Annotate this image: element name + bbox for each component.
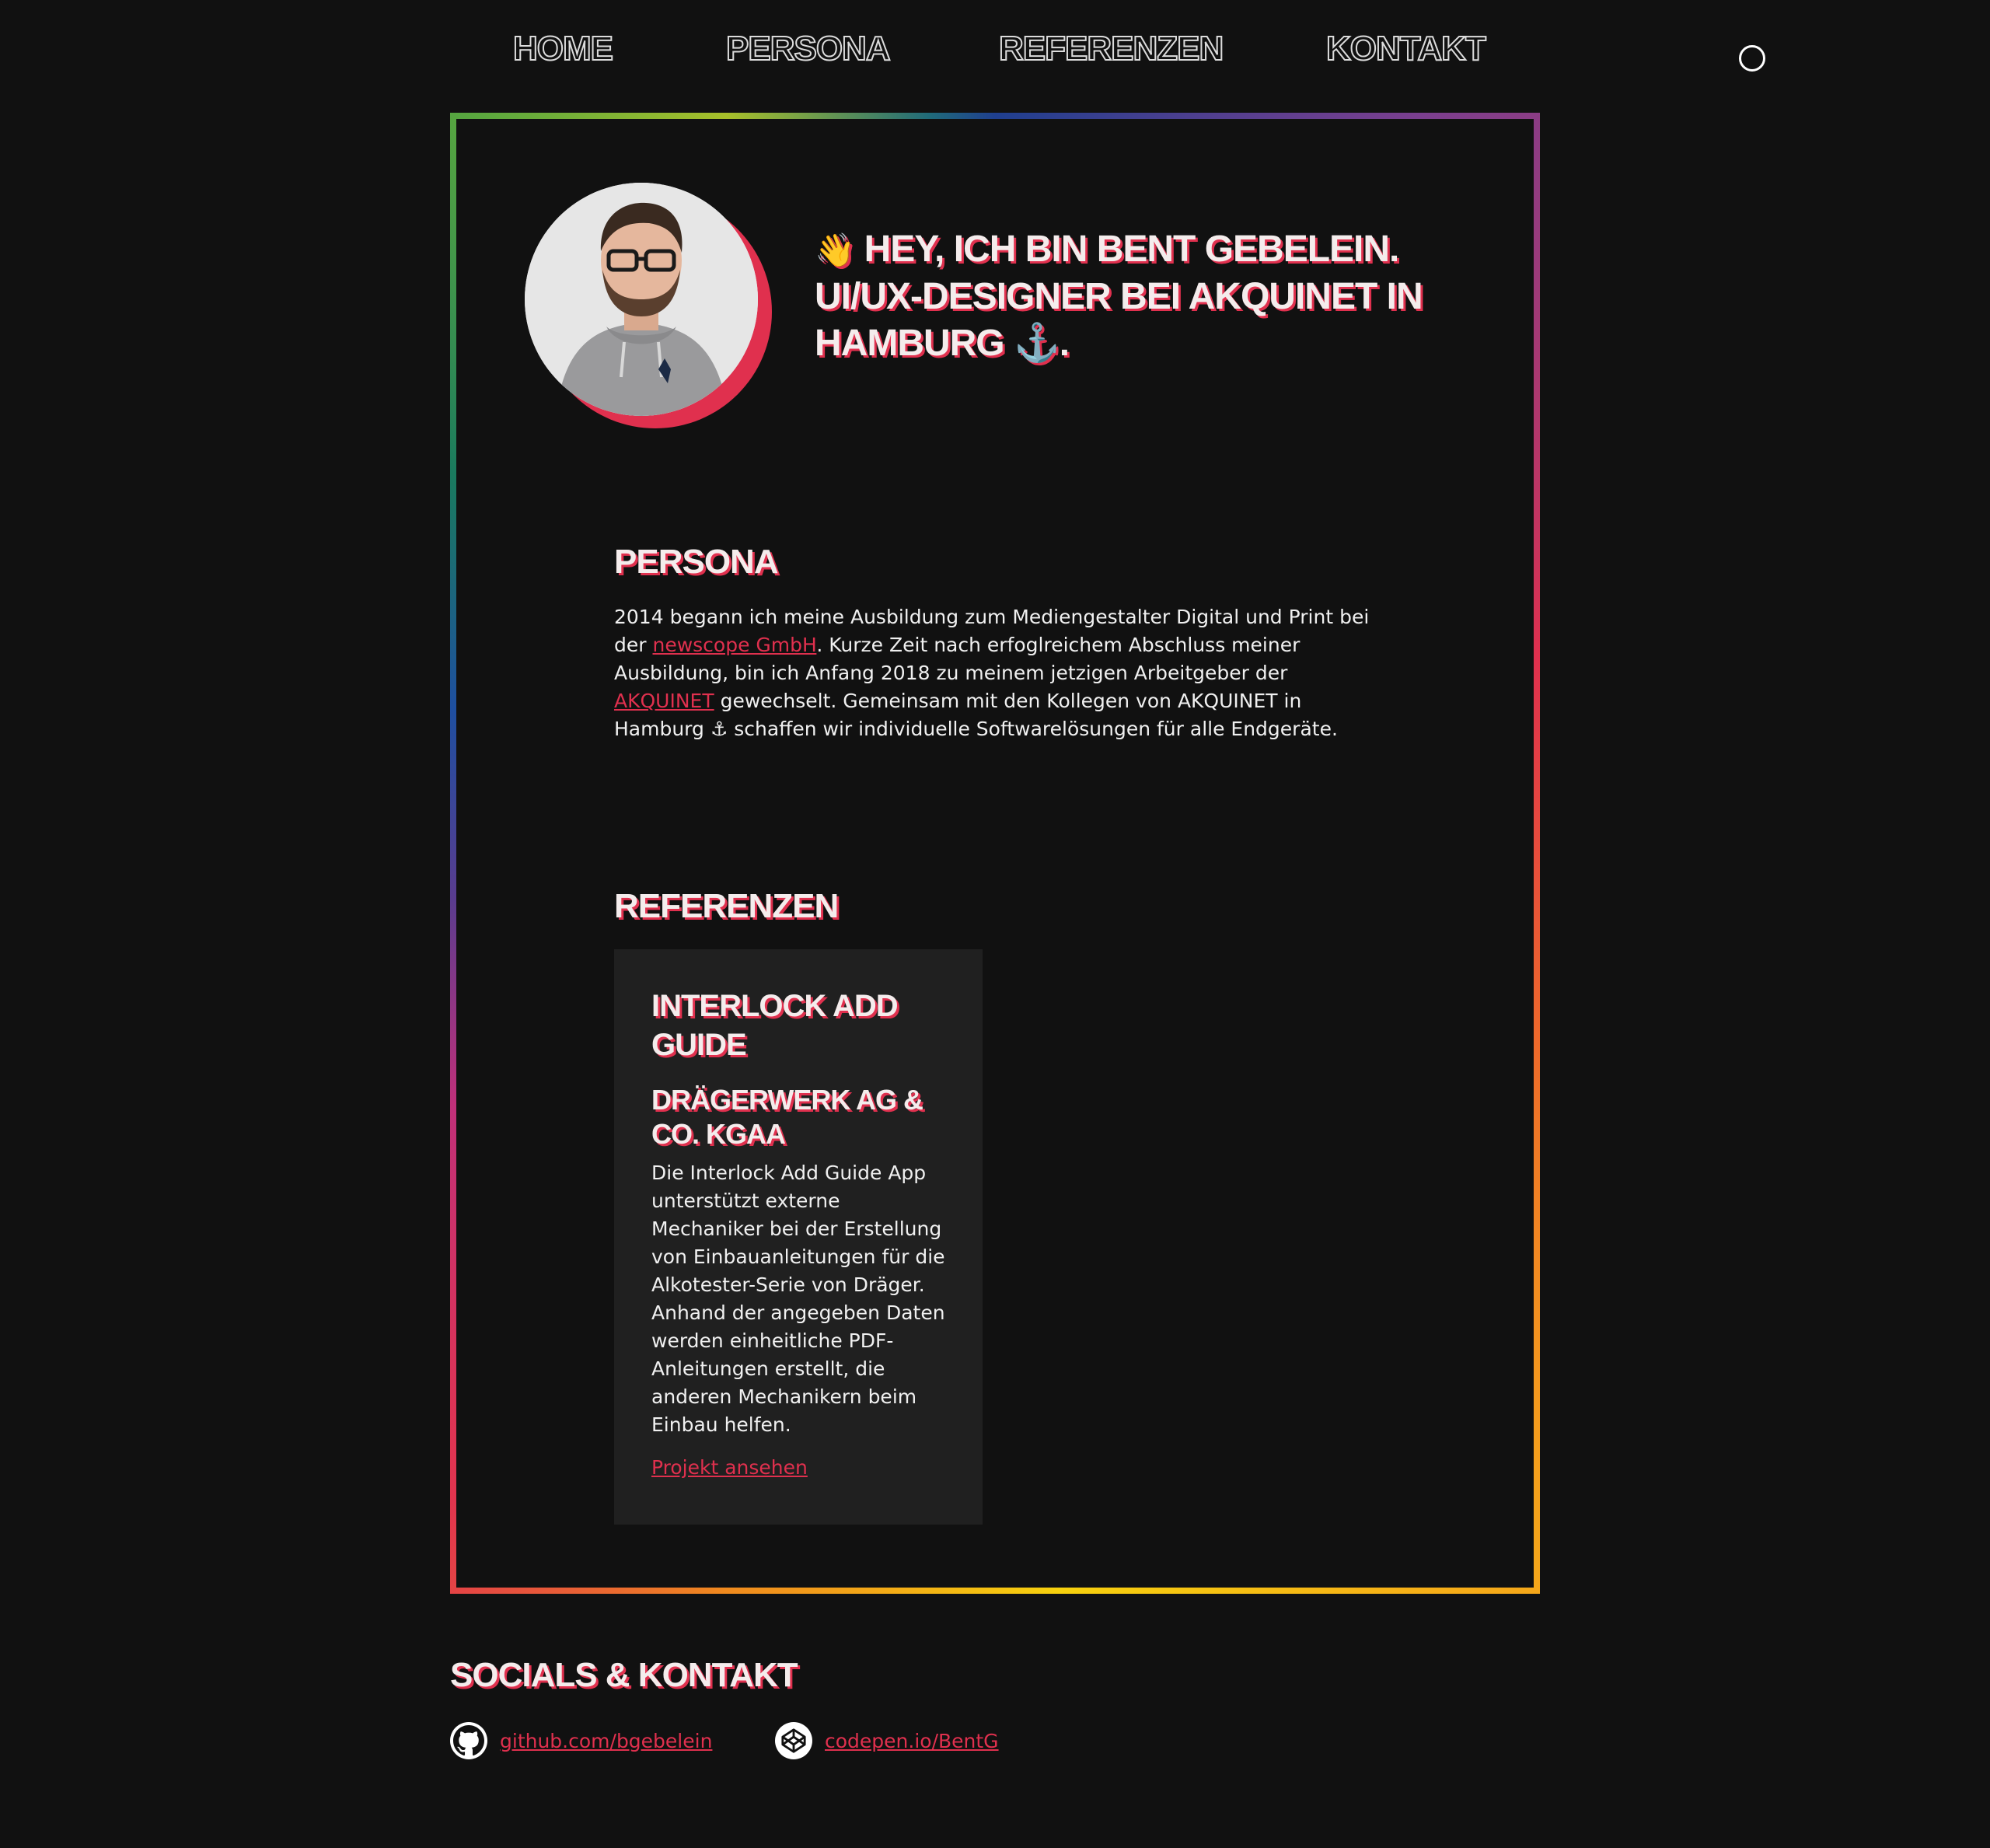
codepen-link[interactable]: codepen.io/BentG [825,1730,999,1752]
reference-card-title: INTERLOCK ADD GUIDE [651,989,899,1062]
persona-text: 2014 begann ich meine Ausbildung zum Med… [614,603,1391,743]
github-link-row[interactable]: github.com/bgebelein [450,1721,712,1760]
nav-home[interactable]: HOME [512,29,614,68]
codepen-link-row[interactable]: codepen.io/BentG [775,1721,999,1760]
avatar-photo [525,183,758,416]
newscope-link[interactable]: newscope GmbH [652,634,816,656]
reference-card-client: DRÄGERWERK AG & CO. KGAA [651,1084,923,1150]
nav-kontakt[interactable]: KONTAKT [1325,29,1487,68]
content-frame: 👋 HEY, ICH BIN BENT GEBELEIN. UI/UX-DESI… [450,113,1540,1594]
codepen-icon [775,1722,812,1759]
persona-heading: PERSONA [614,543,779,581]
reference-card: INTERLOCK ADD GUIDE DRÄGERWERK AG & CO. … [614,949,983,1525]
socials-heading: SOCIALS & KONTAKT [450,1656,798,1694]
avatar [525,183,773,431]
waving-hand-icon: 👋 [815,232,855,268]
akquinet-link[interactable]: AKQUINET [614,690,714,712]
persona-text-part-3: gewechselt. Gemeinsam mit den Kollegen v… [614,690,1338,740]
project-link[interactable]: Projekt ansehen [651,1456,808,1479]
theme-toggle-icon[interactable] [1739,45,1765,72]
hero-title-text: HEY, ICH BIN BENT GEBELEIN. UI/UX-DESIGN… [815,229,1423,364]
nav-persona[interactable]: PERSONA [725,29,892,68]
main-nav: HOME PERSONA REFERENZEN KONTAKT [0,0,1990,109]
nav-referenzen[interactable]: REFERENZEN [998,29,1224,68]
content-frame-inner: 👋 HEY, ICH BIN BENT GEBELEIN. UI/UX-DESI… [456,119,1534,1588]
hero-title: 👋 HEY, ICH BIN BENT GEBELEIN. UI/UX-DESI… [815,226,1452,367]
github-link[interactable]: github.com/bgebelein [500,1730,712,1752]
github-icon [450,1722,487,1759]
reference-card-description: Die Interlock Add Guide App unterstützt … [651,1162,945,1436]
references-heading: REFERENZEN [614,887,839,925]
portrait-illustration [525,183,758,416]
